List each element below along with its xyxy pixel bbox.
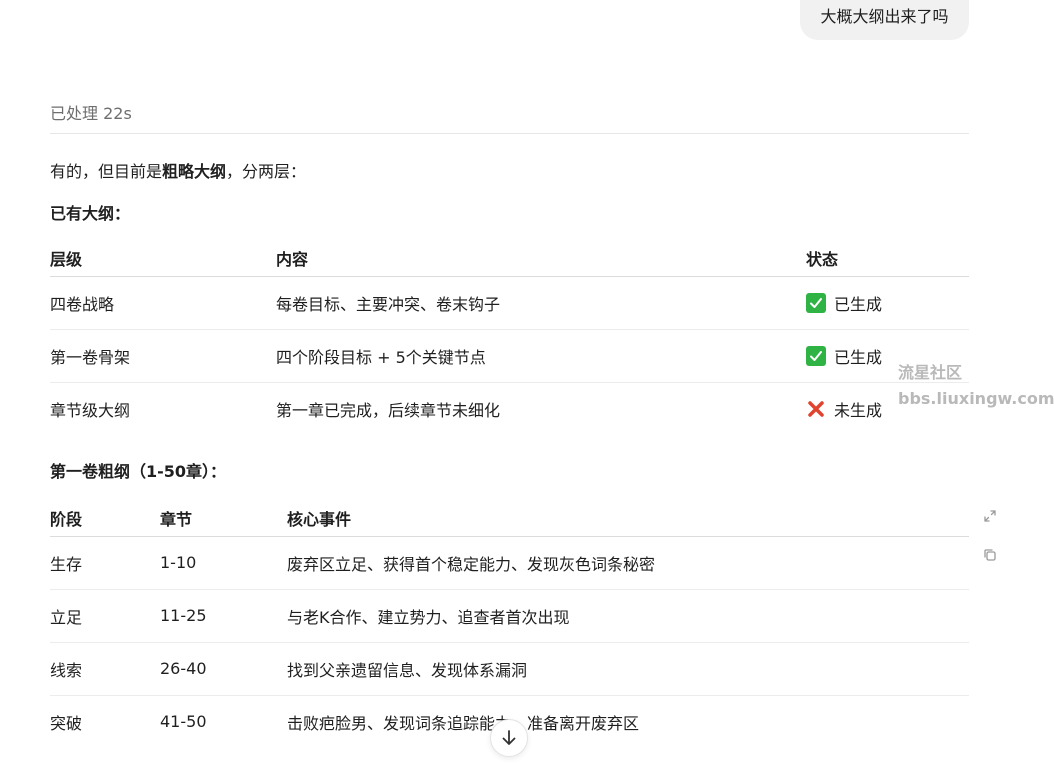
table-cell: 26-40 bbox=[160, 659, 207, 678]
table-cell: 四个阶段目标 + 5个关键节点 bbox=[276, 347, 486, 367]
table-cell: 第一卷骨架 bbox=[50, 347, 131, 367]
table-cell: 41-50 bbox=[160, 712, 207, 732]
intro-prefix: 有的，但目前是 bbox=[50, 162, 163, 181]
status-text: 未生成 bbox=[834, 400, 883, 420]
table-cell: 1-10 bbox=[160, 553, 197, 572]
intro-paragraph: 有的，但目前是粗略大纲，分两层： bbox=[50, 158, 306, 182]
intro-bold: 粗略大纲 bbox=[162, 162, 227, 181]
watermark-line: 流星社区 bbox=[898, 363, 963, 382]
table-cell: 每卷目标、主要冲突、卷末钩子 bbox=[276, 294, 501, 314]
table-cell: 生存 bbox=[50, 554, 83, 574]
table-row: 第一卷骨架 四个阶段目标 + 5个关键节点 已生成 bbox=[50, 329, 969, 382]
intro-suffix: ，分两层： bbox=[226, 162, 307, 181]
scroll-to-bottom-button[interactable] bbox=[490, 719, 528, 757]
table-header: 章节 bbox=[160, 509, 193, 529]
status-text: 已生成 bbox=[834, 294, 883, 314]
watermark: 流星社区 bbs.liuxingw.com bbox=[898, 360, 1054, 412]
table-row: 立足 11-25 与老K合作、建立势力、追查者首次出现 bbox=[50, 589, 969, 642]
divider bbox=[50, 133, 969, 134]
check-box-icon bbox=[806, 292, 826, 313]
table-row: 生存 1-10 废弃区立足、获得首个稳定能力、发现灰色词条秘密 bbox=[50, 536, 969, 589]
watermark-line: bbs.liuxingw.com bbox=[898, 389, 1054, 408]
cross-mark-icon bbox=[806, 399, 826, 419]
volume1-table: 阶段 章节 核心事件 生存 1-10 废弃区立足、获得首个稳定能力、发现灰色词条… bbox=[50, 500, 969, 748]
copy-icon bbox=[984, 549, 996, 561]
table-cell: 四卷战略 bbox=[50, 294, 115, 314]
expand-table-button[interactable] bbox=[982, 508, 998, 524]
table-header-row: 阶段 章节 核心事件 bbox=[50, 500, 969, 536]
table-header: 层级 bbox=[50, 249, 83, 269]
arrow-down-icon bbox=[502, 730, 516, 745]
processed-time-label[interactable]: 已处理 22s bbox=[50, 100, 132, 124]
table-cell: 11-25 bbox=[160, 606, 207, 625]
table-header: 内容 bbox=[276, 249, 309, 269]
user-message-bubble: 大概大纲出来了吗 bbox=[800, 0, 969, 40]
table-header: 状态 bbox=[806, 249, 839, 269]
table-cell: 与老K合作、建立势力、追查者首次出现 bbox=[287, 607, 570, 627]
table-cell: 击败疤脸男、发现词条追踪能力、准备离开废弃区 bbox=[287, 713, 640, 733]
check-box-icon bbox=[806, 345, 826, 366]
table-cell: 突破 bbox=[50, 713, 83, 733]
table-header-row: 层级 内容 状态 bbox=[50, 240, 969, 276]
table-row: 四卷战略 每卷目标、主要冲突、卷末钩子 已生成 bbox=[50, 276, 969, 329]
table-cell: 废弃区立足、获得首个稳定能力、发现灰色词条秘密 bbox=[287, 554, 656, 574]
status-cell: 已生成 bbox=[806, 276, 969, 329]
outline-heading: 已有大纲： bbox=[50, 204, 131, 223]
table-cell: 立足 bbox=[50, 607, 83, 627]
table-row: 线索 26-40 找到父亲遗留信息、发现体系漏洞 bbox=[50, 642, 969, 695]
table-cell: 线索 bbox=[50, 660, 83, 680]
table-cell: 找到父亲遗留信息、发现体系漏洞 bbox=[287, 660, 528, 680]
user-message-text: 大概大纲出来了吗 bbox=[820, 7, 949, 26]
outline-table: 层级 内容 状态 四卷战略 每卷目标、主要冲突、卷末钩子 已生成 第一卷骨架 四… bbox=[50, 240, 969, 435]
table-row: 章节级大纲 第一章已完成，后续章节未细化 未生成 bbox=[50, 382, 969, 435]
expand-icon bbox=[984, 510, 996, 522]
table-cell: 第一章已完成，后续章节未细化 bbox=[276, 400, 501, 420]
table-header: 核心事件 bbox=[287, 509, 352, 529]
status-text: 已生成 bbox=[834, 347, 883, 367]
table-cell: 章节级大纲 bbox=[50, 400, 131, 420]
table-header: 阶段 bbox=[50, 509, 83, 529]
copy-table-button[interactable] bbox=[982, 547, 998, 563]
volume1-heading: 第一卷粗纲（1-50章）： bbox=[50, 462, 227, 481]
